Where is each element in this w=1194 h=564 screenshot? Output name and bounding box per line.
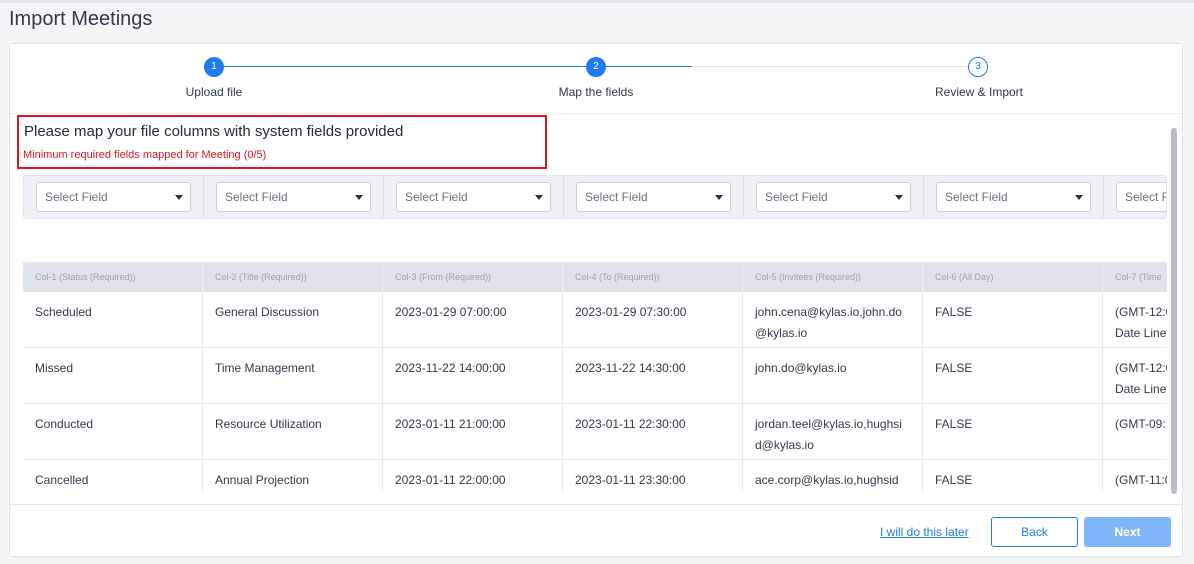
table-cell: Cancelled [23, 460, 203, 491]
table-cell: FALSE [923, 460, 1103, 491]
step-3-label: Review & Import [934, 85, 1024, 99]
mapping-cell: Select Field [924, 176, 1104, 218]
mapping-cell: Select Field [24, 176, 204, 218]
mapping-instructions: Please map your file columns with system… [17, 115, 547, 169]
step-connector-3 [692, 66, 978, 67]
select-field-col-1[interactable]: Select Field [36, 182, 191, 212]
column-header: Col-7 (Time [1115, 272, 1162, 282]
step-1-circle: 1 [204, 57, 224, 77]
select-placeholder: Select Field [1125, 190, 1166, 204]
column-header: Col-2 (Title (Required)) [203, 262, 383, 292]
step-connector-2 [596, 66, 692, 67]
table-cell: FALSE [923, 404, 1103, 460]
table-cell: FALSE [923, 292, 1103, 348]
select-field-col-7[interactable]: Select Field [1116, 182, 1166, 212]
back-button[interactable]: Back [991, 517, 1078, 547]
page-title: Import Meetings [9, 8, 153, 30]
stepper: 1 2 3 Upload file Map the fields Review … [10, 44, 1182, 114]
step-2-label: Map the fields [558, 85, 634, 99]
table-cell: jordan.teel@kylas.io,hughsi d@kylas.io [743, 404, 923, 460]
column-header: Col-3 (From (Required)) [383, 262, 563, 292]
select-placeholder: Select Field [45, 190, 108, 204]
field-mapping-row: Select Field Select Field Select Field S… [23, 175, 1167, 219]
table-row: Cancelled Annual Projection 2023-01-11 2… [23, 460, 1167, 491]
table-cell: (GMT-09: [1115, 417, 1166, 431]
caret-down-icon [715, 195, 723, 200]
vertical-scrollbar[interactable] [1171, 128, 1177, 494]
table-cell: Conducted [23, 404, 203, 460]
next-button[interactable]: Next [1084, 517, 1171, 547]
select-field-col-2[interactable]: Select Field [216, 182, 371, 212]
table-cell: Missed [23, 348, 203, 404]
footer-actions: I will do this later Back Next [10, 504, 1182, 556]
preview-table: Col-1 (Status (Required)) Col-2 (Title (… [23, 262, 1167, 491]
select-field-col-5[interactable]: Select Field [756, 182, 911, 212]
table-cell: (GMT-12:0 Date Line [1115, 361, 1167, 396]
column-header: Col-6 (All Day) [923, 262, 1103, 292]
table-cell: 2023-01-11 21:00:00 [383, 404, 563, 460]
table-cell: Resource Utilization [203, 404, 383, 460]
select-placeholder: Select Field [225, 190, 288, 204]
select-placeholder: Select Field [765, 190, 828, 204]
mapping-cell: Select Field [564, 176, 744, 218]
select-field-col-4[interactable]: Select Field [576, 182, 731, 212]
table-cell: General Discussion [203, 292, 383, 348]
import-card: 1 2 3 Upload file Map the fields Review … [9, 43, 1183, 557]
column-header: Col-5 (Invitees (Required)) [743, 262, 923, 292]
select-field-col-3[interactable]: Select Field [396, 182, 551, 212]
table-cell: 2023-01-11 22:00:00 [383, 460, 563, 491]
select-placeholder: Select Field [585, 190, 648, 204]
table-cell: 2023-01-29 07:00:00 [383, 292, 563, 348]
table-cell: john.do@kylas.io [743, 348, 923, 404]
column-header: Col-1 (Status (Required)) [23, 262, 203, 292]
table-row: Missed Time Management 2023-11-22 14:00:… [23, 348, 1167, 404]
select-placeholder: Select Field [945, 190, 1008, 204]
mapping-cell: Select Field [384, 176, 564, 218]
table-cell: 2023-01-11 22:30:00 [563, 404, 743, 460]
mapping-cell: Select Field [1104, 176, 1166, 218]
table-cell: 2023-11-22 14:30:00 [563, 348, 743, 404]
caret-down-icon [895, 195, 903, 200]
table-cell: FALSE [923, 348, 1103, 404]
instructions-title: Please map your file columns with system… [24, 123, 404, 140]
mapping-cell: Select Field [744, 176, 924, 218]
select-field-col-6[interactable]: Select Field [936, 182, 1091, 212]
caret-down-icon [1075, 195, 1083, 200]
table-cell: john.cena@kylas.io,john.do @kylas.io [743, 292, 923, 348]
table-cell: ace.corp@kylas.io,hughsid [743, 460, 923, 491]
table-header: Col-1 (Status (Required)) Col-2 (Title (… [23, 262, 1167, 292]
table-cell: (GMT-11:0 [1115, 473, 1167, 487]
step-2-circle: 2 [586, 57, 606, 77]
caret-down-icon [535, 195, 543, 200]
caret-down-icon [175, 195, 183, 200]
caret-down-icon [355, 195, 363, 200]
table-row: Scheduled General Discussion 2023-01-29 … [23, 292, 1167, 348]
table-cell: 2023-01-11 23:30:00 [563, 460, 743, 491]
top-border [0, 0, 1194, 3]
table-cell: Time Management [203, 348, 383, 404]
table-cell: 2023-11-22 14:00:00 [383, 348, 563, 404]
mapping-cell: Select Field [204, 176, 384, 218]
required-fields-status: Minimum required fields mapped for Meeti… [23, 149, 267, 161]
step-3-circle: 3 [968, 57, 988, 77]
table-cell: 2023-01-29 07:30:00 [563, 292, 743, 348]
table-cell: (GMT-12:0 Date Line [1115, 305, 1167, 340]
select-placeholder: Select Field [405, 190, 468, 204]
table-row: Conducted Resource Utilization 2023-01-1… [23, 404, 1167, 460]
step-connector-1 [214, 66, 596, 67]
step-1-label: Upload file [185, 85, 243, 99]
table-cell: Scheduled [23, 292, 203, 348]
column-header: Col-4 (To (Required)) [563, 262, 743, 292]
do-later-link[interactable]: I will do this later [880, 525, 969, 539]
table-cell: Annual Projection [203, 460, 383, 491]
